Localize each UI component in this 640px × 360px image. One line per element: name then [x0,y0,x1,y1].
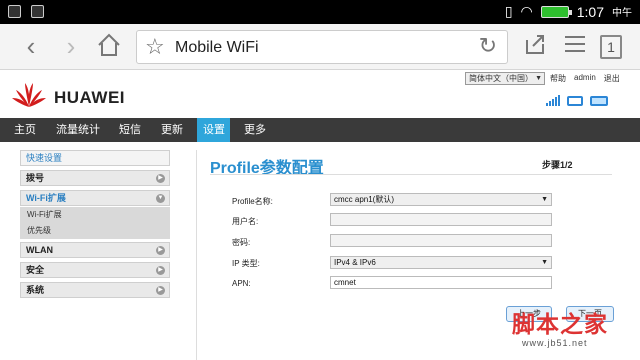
main-nav: 主页 流量统计 短信 更新 设置 更多 [0,118,640,142]
device-battery-icon [590,96,608,106]
nav-traffic[interactable]: 流量统计 [56,118,100,142]
forward-icon[interactable]: › [56,32,86,62]
clock-ampm: 中午 [612,8,632,19]
tab-count-button[interactable]: 1 [600,35,622,59]
chevron-right-icon: ▶ [156,246,165,255]
step-indicator: 步骤1/2 [542,160,573,170]
nav-home[interactable]: 主页 [14,118,36,142]
back-icon[interactable]: ‹ [16,32,46,62]
share-icon[interactable] [520,32,550,62]
sidebar-item-label: Wi-Fi扩展 [26,193,66,203]
vibrate-icon: ▯ [504,3,513,19]
sidebar-item-label: WLAN [26,245,53,255]
menu-icon[interactable] [560,32,590,62]
status-bar: ▯ ◠ 1:07 中午 [0,0,640,24]
chevron-down-icon: ▼ [156,194,165,203]
notification-icon [8,5,21,18]
sidebar-item-quick-setup[interactable]: 快速设置 [20,150,170,166]
chevron-right-icon: ▶ [156,286,165,295]
sidebar-subitem-priority[interactable]: 优先级 [20,223,170,239]
nav-update[interactable]: 更新 [161,118,183,142]
apn-label: APN: [232,279,251,288]
user-link[interactable]: admin [574,73,596,84]
brand-name: HUAWEI [54,88,125,107]
router-header: HUAWEI 简体中文（中国） 帮助 admin 退出 [0,70,640,118]
divider [196,150,197,360]
clock-time: 1:07 [576,3,604,20]
password-field[interactable] [330,234,552,247]
chevron-right-icon: ▶ [156,174,165,183]
ip-type-label: IP 类型: [232,259,260,268]
nav-sms[interactable]: 短信 [119,118,141,142]
sidebar-item-wlan[interactable]: WLAN ▶ [20,242,170,258]
sidebar-subitem-wifi-extension[interactable]: Wi-Fi扩展 [20,207,170,223]
password-label: 密码: [232,238,251,247]
username-field[interactable] [330,213,552,226]
address-bar[interactable]: ☆ Mobile WiFi ↻ [136,30,508,64]
chevron-right-icon: ▶ [156,266,165,275]
watermark-title: 脚本之家 [512,311,608,338]
profile-name-select[interactable]: cmcc apn1(默认) [330,193,552,206]
help-link[interactable]: 帮助 [550,73,566,84]
url-text: Mobile WiFi [175,39,259,56]
profile-name-label: Profile名称: [232,197,273,206]
sidebar-item-security[interactable]: 安全 ▶ [20,262,170,278]
sidebar-item-system[interactable]: 系统 ▶ [20,282,170,298]
huawei-logo-icon [12,83,46,107]
battery-icon [540,5,572,18]
nav-more[interactable]: 更多 [244,118,266,142]
watermark-url: www.jb51.net [522,338,588,348]
language-select[interactable]: 简体中文（中国） [465,72,545,85]
logout-link[interactable]: 退出 [604,73,620,84]
divider [210,174,612,175]
sidebar-item-label: 拨号 [26,173,45,183]
username-label: 用户名: [232,217,259,226]
nav-settings[interactable]: 设置 [197,118,230,142]
sidebar-item-wifi-extension[interactable]: Wi-Fi扩展 ▼ [20,190,170,206]
wifi-icon: ◠ [520,3,533,19]
home-icon[interactable] [94,32,124,62]
image-icon [31,5,44,18]
screen: ▯ ◠ 1:07 中午 ‹ › ☆ Mobile WiFi ↻ 1 HUAWEI… [0,0,640,360]
sidebar-item-label: 快速设置 [26,153,63,163]
browser-toolbar: ‹ › ☆ Mobile WiFi ↻ 1 [0,24,640,70]
reload-icon[interactable]: ↻ [479,33,497,59]
bookmark-star-icon[interactable]: ☆ [145,34,165,60]
sidebar-item-dialup[interactable]: 拨号 ▶ [20,170,170,186]
ip-type-select[interactable]: IPv4 & IPv6 [330,256,552,269]
signal-strength-icon [546,95,560,106]
sidebar-item-label: 系统 [26,285,45,295]
sidebar-item-label: 安全 [26,265,45,275]
apn-field[interactable]: cmnet [330,276,552,289]
wifi-status-icon [567,96,583,106]
